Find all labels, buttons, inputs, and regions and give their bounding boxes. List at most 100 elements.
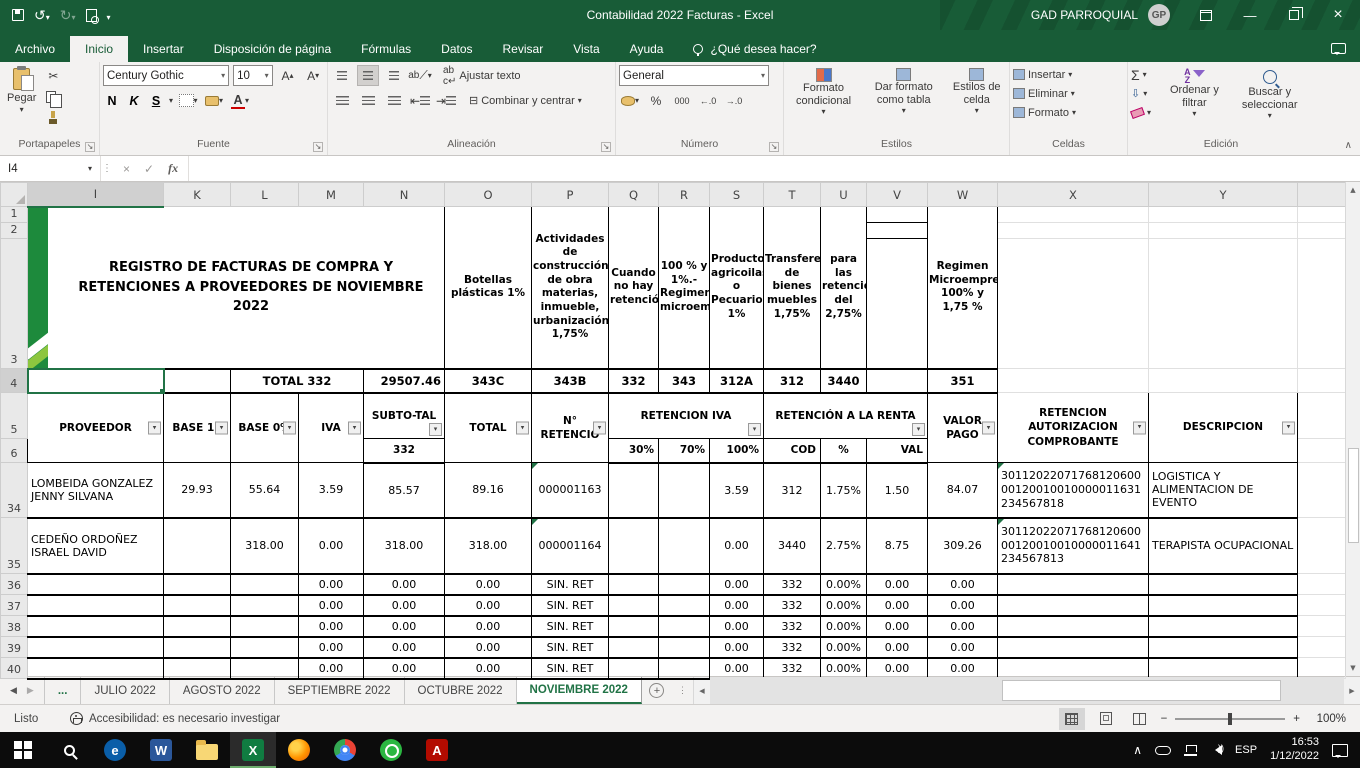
paste-button[interactable]: Pegar▾ — [3, 65, 40, 117]
format-painter-button[interactable] — [42, 107, 64, 128]
close-icon[interactable]: × — [1316, 0, 1360, 30]
comma-style-icon[interactable]: 000 — [671, 90, 693, 111]
row-header-3[interactable]: 3 — [1, 239, 28, 369]
column-header-P[interactable]: P — [532, 183, 609, 207]
decrease-decimal-icon[interactable]: →.0 — [723, 90, 745, 111]
cell-K34[interactable]: 29.93 — [164, 463, 231, 518]
column-header-W[interactable]: W — [928, 183, 998, 207]
cell-U38[interactable]: 0.00% — [821, 616, 867, 637]
empty-cell[interactable] — [998, 223, 1149, 239]
decrease-indent-icon[interactable]: ⇤ — [409, 90, 431, 111]
cell-V3[interactable] — [867, 239, 928, 369]
cell-U36[interactable]: 0.00% — [821, 574, 867, 595]
cell-X35[interactable]: 3011202207176812060000120010010000011641… — [998, 518, 1149, 574]
cell-W35[interactable]: 309.26 — [928, 518, 998, 574]
cell-S34[interactable]: 3.59 — [710, 463, 764, 518]
empty-cell[interactable] — [1298, 574, 1346, 595]
scroll-down-icon[interactable]: ▼ — [1346, 660, 1360, 676]
empty-cell[interactable] — [1298, 637, 1346, 658]
cell-W36[interactable]: 0.00 — [928, 574, 998, 595]
cell-V34[interactable]: 1.50 — [867, 463, 928, 518]
sheet-tab-noviembre[interactable]: NOVIEMBRE 2022 — [517, 677, 642, 704]
column-header-T[interactable]: T — [764, 183, 821, 207]
onedrive-icon[interactable] — [1155, 746, 1171, 755]
header-descripcion[interactable]: DESCRIPCION▾ — [1149, 393, 1298, 463]
cell-S39[interactable]: 0.00 — [710, 637, 764, 658]
cell-W39[interactable]: 0.00 — [928, 637, 998, 658]
align-left-icon[interactable] — [331, 90, 353, 111]
file-explorer-icon[interactable] — [184, 732, 230, 768]
volume-icon[interactable] — [1210, 745, 1222, 755]
cell-S38[interactable]: 0.00 — [710, 616, 764, 637]
cell-P34[interactable]: 000001163 — [532, 463, 609, 518]
account-name[interactable]: GAD PARROQUIAL — [1031, 8, 1138, 22]
minimize-icon[interactable]: — — [1228, 0, 1272, 30]
cell-W38[interactable]: 0.00 — [928, 616, 998, 637]
empty-cell[interactable] — [1298, 518, 1346, 574]
cell-P40[interactable]: SIN. RET — [532, 658, 609, 679]
filter-icon[interactable]: ▾ — [1282, 421, 1295, 434]
code-cell-Q4[interactable]: 332 — [609, 369, 659, 393]
menu-tab-inicio[interactable]: Inicio — [70, 36, 128, 62]
cell-O39[interactable]: 0.00 — [445, 637, 532, 658]
row-header-1[interactable]: 1 — [1, 207, 28, 223]
menu-tab-formulas[interactable]: Fórmulas — [346, 36, 426, 62]
filter-icon[interactable]: ▾ — [912, 423, 925, 436]
code-cell-P4[interactable]: 343B — [532, 369, 609, 393]
empty-cell[interactable] — [1149, 369, 1298, 393]
zoom-out-icon[interactable]: − — [1161, 713, 1168, 725]
sheet-tab-septiembre[interactable]: SEPTIEMBRE 2022 — [275, 677, 405, 704]
search-icon[interactable] — [46, 732, 92, 768]
subheader-332[interactable]: 332 — [364, 439, 445, 463]
cell-R34[interactable] — [659, 463, 710, 518]
font-dialog-launcher-icon[interactable]: ↘ — [313, 142, 323, 152]
page-layout-view-icon[interactable] — [1093, 708, 1119, 730]
wrap-text-button[interactable]: abc↵Ajustar texto — [443, 66, 521, 85]
cell-Y36[interactable] — [1149, 574, 1298, 595]
column-header-O[interactable]: O — [445, 183, 532, 207]
number-dialog-launcher-icon[interactable]: ↘ — [769, 142, 779, 152]
code-cell-S4[interactable]: 312A — [710, 369, 764, 393]
merge-center-button[interactable]: ⊟Combinar y centrar▾ — [469, 91, 582, 110]
cell-U34[interactable]: 1.75% — [821, 463, 867, 518]
zoom-in-icon[interactable]: + — [1293, 713, 1300, 725]
cell-T35[interactable]: 3440 — [764, 518, 821, 574]
cell-M34[interactable]: 3.59 — [299, 463, 364, 518]
align-bottom-icon[interactable] — [383, 65, 405, 86]
cell-N37[interactable]: 0.00 — [364, 595, 445, 616]
collapse-ribbon-icon[interactable]: ∧ — [1345, 140, 1352, 151]
sheet-nav-left-icon[interactable]: ◀ — [10, 685, 17, 696]
header-base0[interactable]: BASE 0%▾ — [231, 393, 299, 463]
format-cells-button[interactable]: Formato▾ — [1013, 103, 1124, 122]
new-sheet-button[interactable]: + — [642, 677, 672, 704]
cell-L39[interactable] — [231, 637, 299, 658]
cell-U40[interactable]: 0.00% — [821, 658, 867, 679]
font-color-button[interactable]: A▾ — [229, 90, 251, 111]
column-header-V[interactable]: V — [867, 183, 928, 207]
cell-M35[interactable]: 0.00 — [299, 518, 364, 574]
formula-input[interactable] — [189, 156, 1360, 181]
menu-tab-disposicion[interactable]: Disposición de página — [199, 36, 346, 62]
band-header-R[interactable]: 100 % y 1%.- Regimen microempresa — [659, 207, 710, 369]
vertical-scroll-thumb[interactable] — [1348, 448, 1359, 543]
empty-cell[interactable] — [1298, 439, 1346, 463]
cell-T34[interactable]: 312 — [764, 463, 821, 518]
row-header-37[interactable]: 37 — [1, 595, 28, 616]
cell-S40[interactable]: 0.00 — [710, 658, 764, 679]
cell-P35[interactable]: 000001164 — [532, 518, 609, 574]
band-header-O[interactable]: Botellas plásticas 1% — [445, 207, 532, 369]
cell-N40[interactable]: 0.00 — [364, 658, 445, 679]
subheader-pct[interactable]: % — [821, 439, 867, 463]
empty-cell[interactable] — [1298, 239, 1346, 369]
start-icon[interactable] — [0, 732, 46, 768]
format-as-table-button[interactable]: Dar formato como tabla▾ — [862, 65, 945, 118]
cell-Q36[interactable] — [609, 574, 659, 595]
align-middle-icon[interactable] — [357, 65, 379, 86]
row-header-40[interactable]: 40 — [1, 658, 28, 679]
autosum-button[interactable]: Σ▾ — [1131, 65, 1160, 84]
decrease-font-icon[interactable]: A▾ — [302, 65, 324, 86]
row-header-38[interactable]: 38 — [1, 616, 28, 637]
cell-W34[interactable]: 84.07 — [928, 463, 998, 518]
cell-V2[interactable] — [867, 223, 928, 239]
code-cell-T4[interactable]: 312 — [764, 369, 821, 393]
